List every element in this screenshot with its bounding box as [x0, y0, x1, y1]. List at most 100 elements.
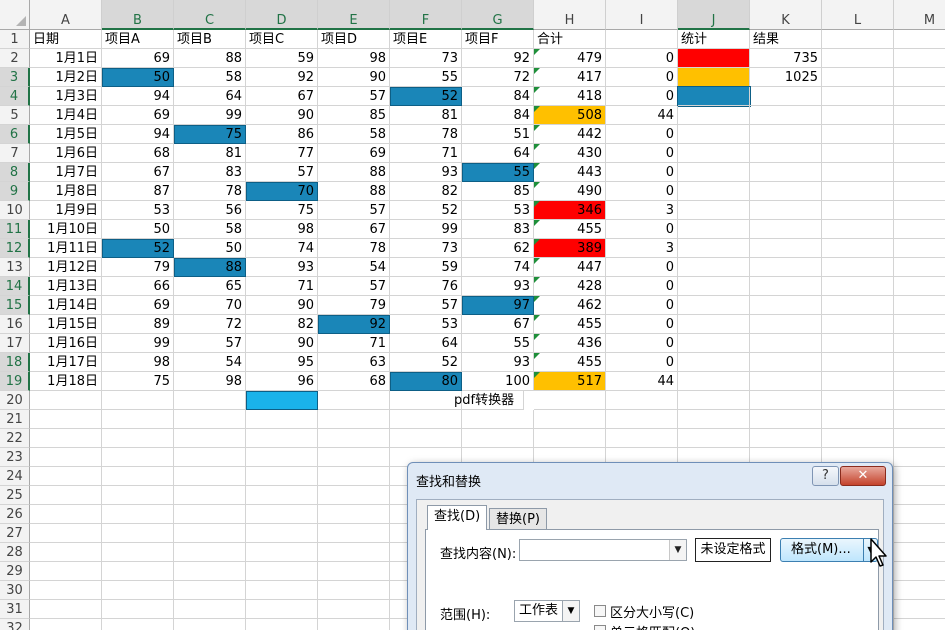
cell-h12[interactable]: 389 [534, 239, 606, 258]
header-cell-b[interactable]: 项目A [102, 30, 174, 49]
header-cell-a[interactable]: 日期 [30, 30, 102, 49]
cell-c7[interactable]: 81 [174, 144, 246, 163]
cell-m32[interactable] [894, 619, 945, 630]
cell-a19[interactable]: 1月18日 [30, 372, 102, 391]
row-header-4[interactable]: 4 [0, 87, 30, 106]
row-header-25[interactable]: 25 [0, 486, 30, 505]
cell-e2[interactable]: 98 [318, 49, 390, 68]
match-case-checkbox[interactable] [594, 605, 606, 617]
cell-j20[interactable] [678, 391, 750, 410]
cell-m28[interactable] [894, 543, 945, 562]
cell-f17[interactable]: 64 [390, 334, 462, 353]
cell-f6[interactable]: 78 [390, 125, 462, 144]
cell-f5[interactable]: 81 [390, 106, 462, 125]
row-header-23[interactable]: 23 [0, 448, 30, 467]
cell-e14[interactable]: 57 [318, 277, 390, 296]
cell-f9[interactable]: 82 [390, 182, 462, 201]
cell-c29[interactable] [174, 562, 246, 581]
row-header-16[interactable]: 16 [0, 315, 30, 334]
cell-i19[interactable]: 44 [606, 372, 678, 391]
cell-c19[interactable]: 98 [174, 372, 246, 391]
column-header-m[interactable]: M [894, 0, 945, 30]
cell-j15[interactable] [678, 296, 750, 315]
cell-i10[interactable]: 3 [606, 201, 678, 220]
cell-a26[interactable] [30, 505, 102, 524]
cell-f7[interactable]: 71 [390, 144, 462, 163]
cell-a15[interactable]: 1月14日 [30, 296, 102, 315]
cell-c11[interactable]: 58 [174, 220, 246, 239]
cell-l15[interactable] [822, 296, 894, 315]
cell-k6[interactable] [750, 125, 822, 144]
cell-c15[interactable]: 70 [174, 296, 246, 315]
cell-l11[interactable] [822, 220, 894, 239]
cell-a7[interactable]: 1月6日 [30, 144, 102, 163]
header-cell-k[interactable]: 结果 [750, 30, 822, 49]
row-header-22[interactable]: 22 [0, 429, 30, 448]
cell-l10[interactable] [822, 201, 894, 220]
cell-a8[interactable]: 1月7日 [30, 163, 102, 182]
cell-k19[interactable] [750, 372, 822, 391]
cell-b4[interactable]: 94 [102, 87, 174, 106]
cell-i11[interactable]: 0 [606, 220, 678, 239]
cell-l4[interactable] [822, 87, 894, 106]
cell-k9[interactable] [750, 182, 822, 201]
row-header-26[interactable]: 26 [0, 505, 30, 524]
cell-k22[interactable] [750, 429, 822, 448]
cell-b15[interactable]: 69 [102, 296, 174, 315]
row-header-3[interactable]: 3 [0, 68, 30, 87]
cell-j19[interactable] [678, 372, 750, 391]
row-header-24[interactable]: 24 [0, 467, 30, 486]
cell-f3[interactable]: 55 [390, 68, 462, 87]
cell-l5[interactable] [822, 106, 894, 125]
cell-g4[interactable]: 84 [462, 87, 534, 106]
cell-g19[interactable]: 100 [462, 372, 534, 391]
cell-c4[interactable]: 64 [174, 87, 246, 106]
cell-l12[interactable] [822, 239, 894, 258]
cell-g18[interactable]: 93 [462, 353, 534, 372]
cell-j5[interactable] [678, 106, 750, 125]
cell-e24[interactable] [318, 467, 390, 486]
row-header-9[interactable]: 9 [0, 182, 30, 201]
cell-j13[interactable] [678, 258, 750, 277]
cell-e20[interactable] [318, 391, 390, 410]
cell-g12[interactable]: 62 [462, 239, 534, 258]
cell-c3[interactable]: 58 [174, 68, 246, 87]
cell-e27[interactable] [318, 524, 390, 543]
cell-h14[interactable]: 428 [534, 277, 606, 296]
cell-a25[interactable] [30, 486, 102, 505]
cell-d10[interactable]: 75 [246, 201, 318, 220]
cell-h16[interactable]: 455 [534, 315, 606, 334]
cell-k11[interactable] [750, 220, 822, 239]
cell-b31[interactable] [102, 600, 174, 619]
row-header-32[interactable]: 32 [0, 619, 30, 630]
cell-f10[interactable]: 52 [390, 201, 462, 220]
row-header-31[interactable]: 31 [0, 600, 30, 619]
cell-k12[interactable] [750, 239, 822, 258]
cell-j21[interactable] [678, 410, 750, 429]
cell-l21[interactable] [822, 410, 894, 429]
cell-e9[interactable]: 88 [318, 182, 390, 201]
cell-b14[interactable]: 66 [102, 277, 174, 296]
cell-d32[interactable] [246, 619, 318, 630]
header-cell-c[interactable]: 项目B [174, 30, 246, 49]
cell-b22[interactable] [102, 429, 174, 448]
cell-a31[interactable] [30, 600, 102, 619]
select-all-corner[interactable] [0, 0, 30, 30]
column-header-a[interactable]: A [30, 0, 102, 30]
cell-c10[interactable]: 56 [174, 201, 246, 220]
cell-d6[interactable]: 86 [246, 125, 318, 144]
cell-k8[interactable] [750, 163, 822, 182]
cell-f13[interactable]: 59 [390, 258, 462, 277]
cell-g13[interactable]: 74 [462, 258, 534, 277]
cell-m16[interactable] [894, 315, 945, 334]
cell-f8[interactable]: 93 [390, 163, 462, 182]
cell-a23[interactable] [30, 448, 102, 467]
cell-d21[interactable] [246, 410, 318, 429]
cell-h10[interactable]: 346 [534, 201, 606, 220]
cell-c31[interactable] [174, 600, 246, 619]
match-cell-checkbox[interactable] [594, 625, 606, 630]
cell-a30[interactable] [30, 581, 102, 600]
cell-b23[interactable] [102, 448, 174, 467]
cell-d12[interactable]: 74 [246, 239, 318, 258]
cell-g15[interactable]: 97 [462, 296, 534, 315]
